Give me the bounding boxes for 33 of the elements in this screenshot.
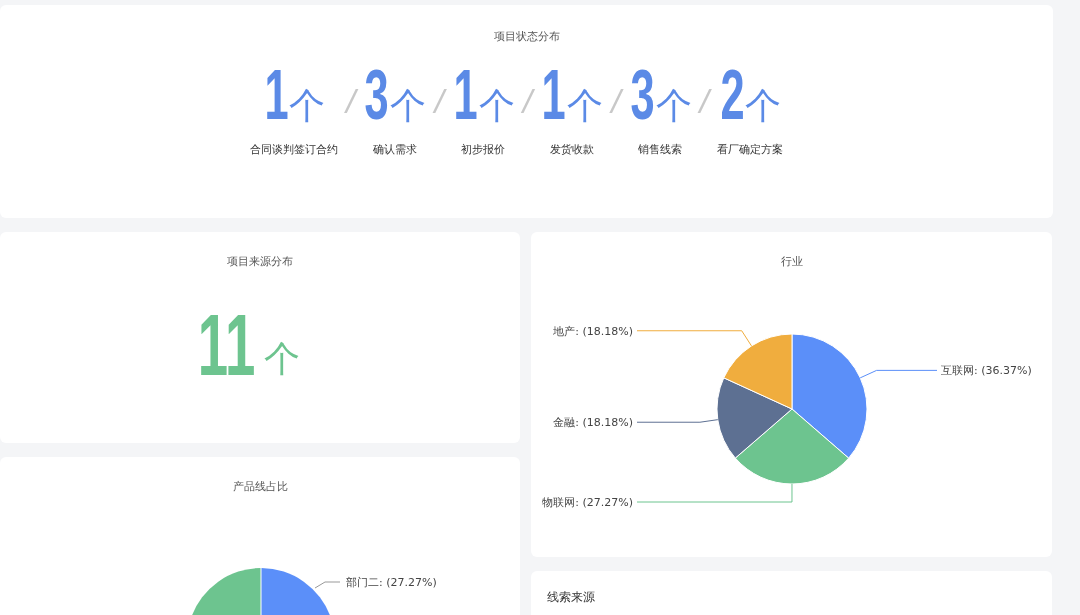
slice-label: 物联网: (27.27%) bbox=[542, 496, 633, 509]
slice-label: 地产: (18.18%) bbox=[553, 324, 633, 338]
card-title: 线索来源 bbox=[547, 589, 596, 606]
separator-slash: / bbox=[522, 82, 533, 121]
card-title: 行业 bbox=[779, 254, 804, 269]
unit-text: 个 bbox=[478, 84, 515, 128]
status-label: 发货收款 bbox=[549, 142, 594, 157]
unit-text: 个 bbox=[567, 84, 604, 128]
status-count: 2 bbox=[719, 62, 745, 128]
card-title: 项目状态分布 bbox=[492, 29, 561, 44]
status-count: 1 bbox=[453, 62, 478, 128]
slice-label: 金融: (18.18%) bbox=[553, 416, 633, 430]
unit-text: 个 bbox=[289, 84, 326, 128]
status-count: 1 bbox=[263, 62, 289, 128]
slice-label: 互联网: (36.37%) bbox=[941, 364, 1032, 378]
unit-text: 个 bbox=[655, 84, 692, 128]
unit-text: 个 bbox=[745, 84, 782, 128]
status-label: 初步报价 bbox=[461, 142, 506, 157]
status-label: 合同谈判签订合约 bbox=[250, 142, 338, 157]
status-count: 1 bbox=[541, 62, 566, 128]
status-label: 确认需求 bbox=[372, 142, 417, 157]
status-count: 3 bbox=[630, 62, 655, 128]
leader-line bbox=[314, 581, 341, 589]
card-title: 项目来源分布 bbox=[226, 254, 294, 269]
slice-label: 部门二: (27.27%) bbox=[346, 576, 437, 589]
status-label: 看厂确定方案 bbox=[717, 142, 783, 157]
status-label: 销售线索 bbox=[638, 142, 683, 157]
card-title: 产品线占比 bbox=[231, 479, 289, 494]
unit-text: 个 bbox=[390, 84, 427, 128]
source-count: 11 bbox=[198, 309, 256, 381]
unit-text: 个 bbox=[263, 337, 300, 381]
separator-slash: / bbox=[346, 82, 356, 121]
status-count: 3 bbox=[364, 62, 389, 128]
